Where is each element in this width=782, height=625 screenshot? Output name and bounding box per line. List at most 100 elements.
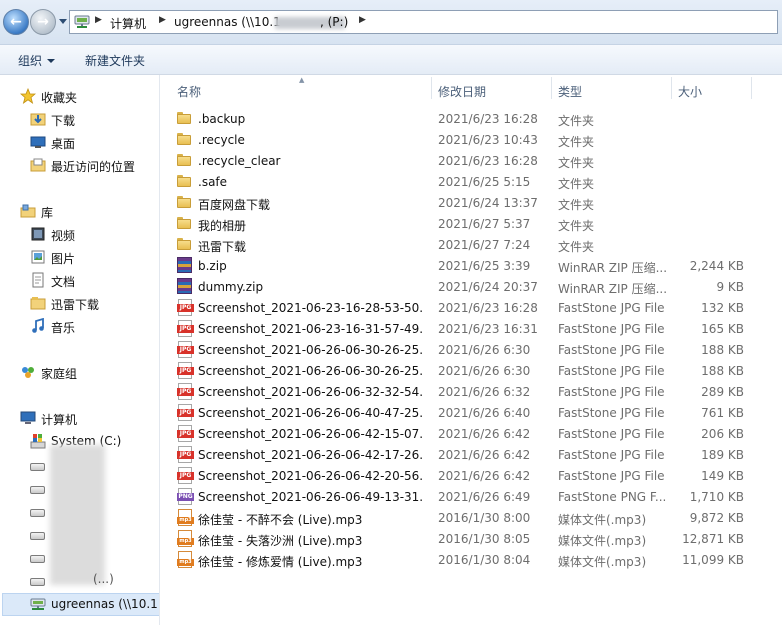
file-row[interactable]: 百度网盘下载 2021/6/24 13:37 文件夹	[160, 192, 760, 213]
file-type-tag: JPG	[177, 346, 194, 354]
chevron-down-icon	[47, 59, 56, 63]
file-row[interactable]: PNG Screenshot_2021-06-26-06-49-13-31... 2…	[160, 486, 760, 507]
file-name: b.zip	[198, 259, 227, 273]
file-name: Screenshot_2021-06-23-16-28-53-50...	[198, 301, 423, 315]
file-type-tag: mp3	[177, 517, 194, 524]
file-type: 文件夹	[558, 198, 595, 212]
file-row[interactable]: b.zip 2021/6/25 3:39 WinRAR ZIP 压缩... 2,244…	[160, 255, 760, 276]
nav-item-label: 最近访问的位置	[51, 160, 136, 174]
file-name: Screenshot_2021-06-26-06-30-26-25...	[198, 343, 423, 357]
file-row[interactable]: .backup 2021/6/23 16:28 文件夹	[160, 108, 760, 129]
file-modified-date: 2021/6/23 16:28	[438, 112, 538, 126]
file-name: 百度网盘下载	[198, 198, 271, 212]
file-type: FastStone JPG File	[558, 427, 665, 441]
file-type: WinRAR ZIP 压缩...	[558, 282, 668, 296]
file-row[interactable]: .recycle_clear 2021/6/23 16:28 文件夹	[160, 150, 760, 171]
file-type-tag: mp3	[177, 559, 194, 566]
drive-icon[interactable]	[30, 486, 45, 494]
file-name: Screenshot_2021-06-23-16-31-57-49...	[198, 322, 423, 336]
file-type: 文件夹	[558, 156, 595, 170]
file-name: 徐佳莹 - 不醉不会 (Live).mp3	[198, 513, 363, 527]
breadcrumb-separator-icon[interactable]: ▶	[95, 15, 102, 25]
nav-item-label: 音乐	[51, 321, 76, 335]
file-name: Screenshot_2021-06-26-06-42-17-26...	[198, 448, 423, 462]
nav-computer-label: 计算机	[41, 413, 78, 427]
jpg-file-icon: JPG	[177, 404, 194, 421]
file-modified-date: 2021/6/23 16:28	[438, 154, 538, 168]
jpg-file-icon: JPG	[177, 320, 194, 337]
column-header-size[interactable]: 大小	[678, 83, 702, 100]
network-drive-icon	[74, 15, 90, 28]
back-arrow-icon: ←	[10, 14, 22, 30]
breadcrumb-separator-icon[interactable]: ▶	[159, 15, 166, 25]
file-row[interactable]: dummy.zip 2021/6/24 20:37 WinRAR ZIP 压缩...…	[160, 276, 760, 297]
documents-library-icon	[32, 272, 44, 288]
nav-item-label: 迅雷下载	[51, 298, 100, 312]
organize-menu-button[interactable]: 组织	[18, 52, 56, 69]
file-row[interactable]: JPG Screenshot_2021-06-26-06-42-17-26... 2…	[160, 444, 760, 465]
column-divider[interactable]	[431, 77, 432, 99]
file-row[interactable]: JPG Screenshot_2021-06-26-06-30-26-25... 2…	[160, 360, 760, 381]
back-button[interactable]: ←	[3, 9, 29, 35]
column-divider[interactable]	[671, 77, 672, 99]
file-type: 文件夹	[558, 219, 595, 233]
drive-icon[interactable]	[30, 509, 45, 517]
file-type: FastStone JPG File	[558, 364, 665, 378]
column-header-date[interactable]: 修改日期	[438, 83, 486, 100]
file-row[interactable]: .recycle 2021/6/23 10:43 文件夹	[160, 129, 760, 150]
breadcrumb-separator-icon[interactable]: ▶	[359, 15, 366, 25]
breadcrumb-share-start[interactable]: ugreennas (\\10.1	[174, 15, 281, 29]
folder-icon	[177, 133, 191, 145]
file-type-tag: JPG	[177, 325, 194, 333]
nav-libraries-label: 库	[41, 206, 54, 220]
column-divider[interactable]	[551, 77, 552, 99]
column-divider[interactable]	[751, 77, 752, 99]
nav-item-network-drive[interactable]: ugreennas (\\10.1	[2, 593, 159, 616]
file-type-tag: PNG	[177, 493, 194, 501]
file-row[interactable]: mp3 徐佳莹 - 修炼爱情 (Live).mp3 2016/1/30 8:04 媒体…	[160, 549, 760, 570]
file-row[interactable]: .safe 2021/6/25 5:15 文件夹	[160, 171, 760, 192]
file-row[interactable]: JPG Screenshot_2021-06-26-06-32-32-54... 2…	[160, 381, 760, 402]
file-row[interactable]: 我的相册 2021/6/27 5:37 文件夹	[160, 213, 760, 234]
file-row[interactable]: JPG Screenshot_2021-06-26-06-40-47-25... 2…	[160, 402, 760, 423]
file-size: 9 KB	[716, 280, 744, 294]
file-name: Screenshot_2021-06-26-06-30-26-25...	[198, 364, 423, 378]
file-type: FastStone JPG File	[558, 469, 665, 483]
mp3-file-icon: mp3	[177, 509, 194, 526]
drive-icon[interactable]	[30, 555, 45, 563]
address-input[interactable]: ▶ 计算机 ▶ ugreennas (\\10.1 , (P:) ▶	[69, 10, 778, 34]
file-modified-date: 2021/6/27 5:37	[438, 217, 531, 231]
nav-item-label: 图片	[51, 252, 76, 266]
folder-icon	[177, 217, 191, 229]
nav-item-label: 视频	[51, 229, 76, 243]
file-row[interactable]: JPG Screenshot_2021-06-26-06-30-26-25... 2…	[160, 339, 760, 360]
column-header-type[interactable]: 类型	[558, 83, 582, 100]
drive-icon[interactable]	[30, 532, 45, 540]
file-modified-date: 2016/1/30 8:05	[438, 532, 531, 546]
breadcrumb-computer[interactable]: 计算机	[110, 15, 146, 32]
file-row[interactable]: 迅雷下载 2021/6/27 7:24 文件夹	[160, 234, 760, 255]
breadcrumb-share-end[interactable]: , (P:)	[320, 15, 348, 29]
file-row[interactable]: mp3 徐佳莹 - 不醉不会 (Live).mp3 2016/1/30 8:00 媒体…	[160, 507, 760, 528]
recent-pages-dropdown-icon[interactable]	[59, 19, 67, 24]
file-row[interactable]: mp3 徐佳莹 - 失落沙洲 (Live).mp3 2016/1/30 8:05 媒体…	[160, 528, 760, 549]
file-modified-date: 2016/1/30 8:00	[438, 511, 531, 525]
drive-icon[interactable]	[30, 578, 45, 586]
jpg-file-icon: JPG	[177, 299, 194, 316]
new-folder-button[interactable]: 新建文件夹	[85, 52, 145, 69]
nav-item-label: 桌面	[51, 137, 76, 151]
file-row[interactable]: JPG Screenshot_2021-06-23-16-28-53-50... 2…	[160, 297, 760, 318]
forward-button[interactable]: →	[30, 9, 56, 35]
drive-icon[interactable]	[30, 463, 45, 471]
file-size: 149 KB	[701, 469, 744, 483]
nav-homegroup-label: 家庭组	[41, 367, 78, 381]
file-size: 1,710 KB	[689, 490, 744, 504]
file-row[interactable]: JPG Screenshot_2021-06-23-16-31-57-49... 2…	[160, 318, 760, 339]
sort-ascending-icon: ▲	[299, 76, 305, 84]
file-row[interactable]: JPG Screenshot_2021-06-26-06-42-15-07... 2…	[160, 423, 760, 444]
file-row[interactable]: JPG Screenshot_2021-06-26-06-42-20-56... 2…	[160, 465, 760, 486]
command-bar: 组织 新建文件夹	[0, 45, 782, 75]
file-size: 188 KB	[701, 343, 744, 357]
column-header-name[interactable]: 名称	[177, 83, 201, 100]
file-name: Screenshot_2021-06-26-06-40-47-25...	[198, 406, 423, 420]
